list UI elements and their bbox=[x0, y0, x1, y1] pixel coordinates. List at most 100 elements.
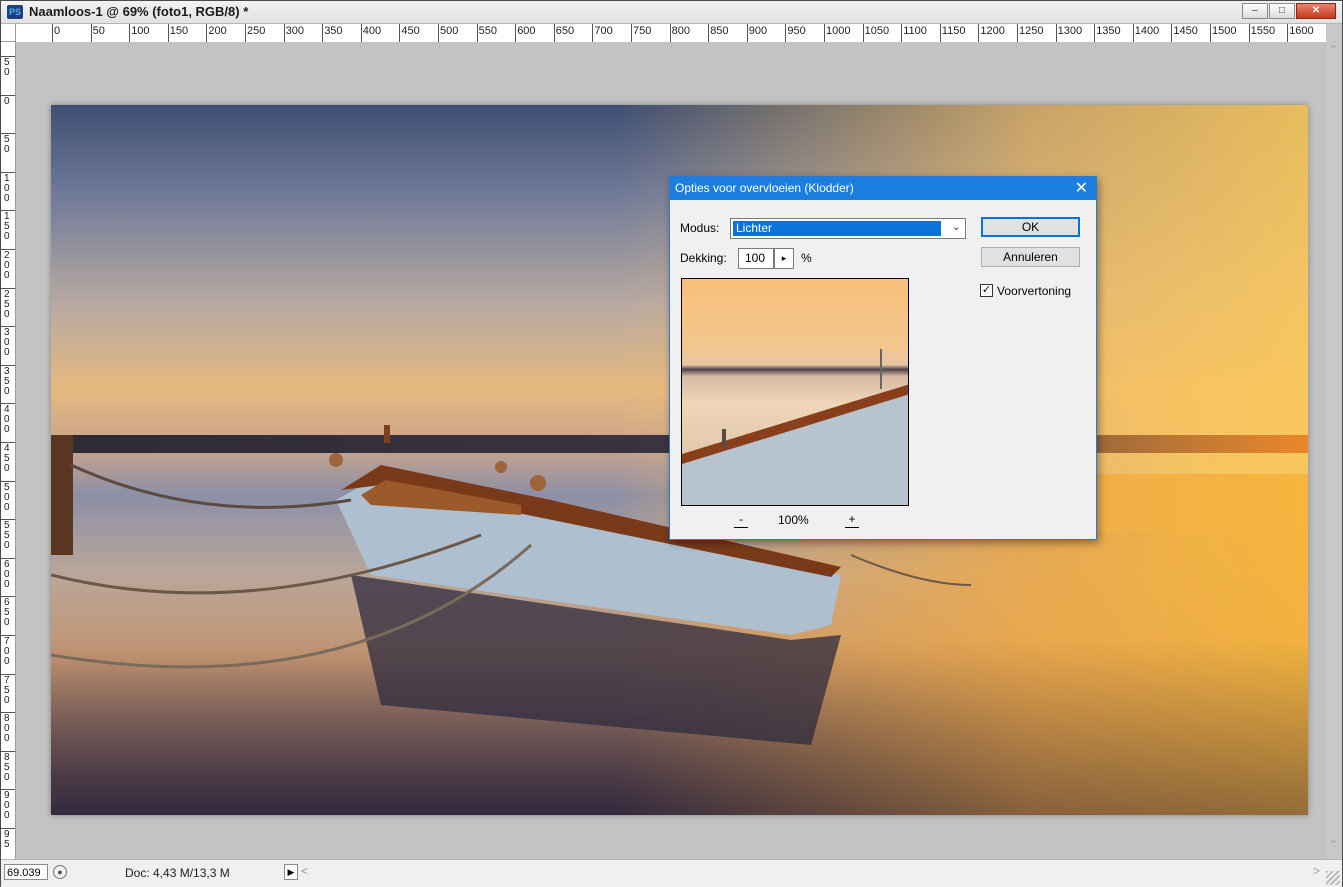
maximize-icon: □ bbox=[1279, 5, 1285, 16]
ruler-label: 1 0 0 bbox=[4, 174, 12, 204]
ruler-label: 1450 bbox=[1173, 25, 1197, 37]
ruler-tick bbox=[1056, 24, 1057, 42]
dialog-close-icon[interactable]: ✕ bbox=[1075, 178, 1088, 198]
ruler-tick bbox=[631, 24, 632, 42]
ruler-tick bbox=[361, 24, 362, 42]
ruler-label: 1200 bbox=[980, 25, 1004, 37]
ruler-label: 200 bbox=[208, 25, 226, 37]
ruler-label: 450 bbox=[401, 25, 419, 37]
ruler-label: 7 0 0 bbox=[4, 637, 12, 667]
ruler-label: 5 0 bbox=[4, 58, 12, 78]
mode-value: Lichter bbox=[733, 221, 941, 236]
ruler-tick bbox=[1133, 24, 1134, 42]
ruler-tick bbox=[52, 24, 53, 42]
ruler-tick bbox=[785, 24, 786, 42]
ruler-label: 3 0 0 bbox=[4, 328, 12, 358]
ruler-tick bbox=[1094, 24, 1095, 42]
ruler-label: 5 0 0 bbox=[4, 483, 12, 513]
ruler-tick bbox=[592, 24, 593, 42]
horizontal-ruler[interactable]: 0501001502002503003504004505005506006507… bbox=[16, 24, 1326, 43]
minimize-button[interactable]: – bbox=[1242, 3, 1268, 19]
ruler-label: 3 5 0 bbox=[4, 367, 12, 397]
ruler-tick bbox=[1171, 24, 1172, 42]
ok-button[interactable]: OK bbox=[981, 217, 1080, 237]
zoom-in-button[interactable]: + bbox=[845, 513, 859, 528]
ruler-label: 700 bbox=[594, 25, 612, 37]
cancel-button[interactable]: Annuleren bbox=[981, 247, 1080, 267]
document-window: PS Naamloos-1 @ 69% (foto1, RGB/8) * – □… bbox=[0, 0, 1343, 886]
ruler-label: 2 5 0 bbox=[4, 290, 12, 320]
ruler-label: 350 bbox=[324, 25, 342, 37]
ruler-tick bbox=[322, 24, 323, 42]
ruler-label: 1600 bbox=[1289, 25, 1313, 37]
ruler-tick bbox=[399, 24, 400, 42]
ruler-label: 650 bbox=[556, 25, 574, 37]
scroll-left-arrow[interactable]: < bbox=[301, 864, 308, 878]
preview-image[interactable] bbox=[681, 278, 909, 506]
ruler-label: 950 bbox=[787, 25, 805, 37]
ruler-tick bbox=[477, 24, 478, 42]
boat-post bbox=[384, 425, 390, 443]
ruler-origin[interactable] bbox=[1, 24, 16, 42]
zoom-out-button[interactable]: - bbox=[734, 513, 748, 528]
resize-grip[interactable] bbox=[1326, 871, 1340, 885]
ruler-tick bbox=[206, 24, 207, 42]
ruler-label: 4 0 0 bbox=[4, 405, 12, 435]
document-title: Naamloos-1 @ 69% (foto1, RGB/8) * bbox=[29, 4, 248, 19]
ruler-label: 6 0 0 bbox=[4, 560, 12, 590]
opacity-label: Dekking: bbox=[680, 251, 727, 265]
title-bar[interactable]: PS Naamloos-1 @ 69% (foto1, RGB/8) * – □… bbox=[1, 1, 1342, 24]
close-icon: ✕ bbox=[1312, 5, 1320, 16]
ruler-label: 400 bbox=[363, 25, 381, 37]
ruler-tick bbox=[863, 24, 864, 42]
mode-select[interactable]: Lichter ⌄ bbox=[730, 218, 966, 239]
status-info-icon[interactable]: ● bbox=[53, 865, 67, 879]
preview-zoom-value: 100% bbox=[778, 513, 809, 527]
ruler-label: 1050 bbox=[865, 25, 889, 37]
scroll-up-arrow[interactable]: ⌃ bbox=[1329, 43, 1338, 56]
maximize-button[interactable]: □ bbox=[1269, 3, 1295, 19]
status-bar: 69.039 ● Doc: 4,43 M/13,3 M ▶ < > bbox=[1, 859, 1342, 887]
ruler-label: 4 5 0 bbox=[4, 444, 12, 474]
zoom-level-field[interactable]: 69.039 bbox=[4, 864, 48, 880]
chevron-down-icon: ⌄ bbox=[952, 220, 961, 233]
opacity-slider-arrow-icon[interactable]: ▸ bbox=[774, 248, 794, 269]
dialog-title-bar[interactable]: Opties voor overvloeien (Klodder) ✕ bbox=[670, 177, 1096, 200]
ruler-label: 1150 bbox=[942, 25, 966, 37]
preview-label: Voorvertoning bbox=[997, 284, 1071, 298]
ruler-label: 250 bbox=[247, 25, 265, 37]
bollard-rope bbox=[530, 475, 546, 491]
ruler-tick bbox=[91, 24, 92, 42]
bollard-left bbox=[329, 453, 343, 467]
preview-boat-illustration bbox=[682, 279, 909, 506]
ruler-tick bbox=[1249, 24, 1250, 42]
dialog-title: Opties voor overvloeien (Klodder) bbox=[675, 181, 854, 195]
vertical-ruler[interactable]: 5 005 01 0 01 5 02 0 02 5 03 0 03 5 04 0… bbox=[1, 42, 16, 859]
opacity-input[interactable]: 100 bbox=[738, 248, 774, 269]
ruler-label: 50 bbox=[93, 25, 105, 37]
ruler-label: 1000 bbox=[826, 25, 850, 37]
close-button[interactable]: ✕ bbox=[1296, 3, 1336, 19]
rope-right bbox=[851, 555, 971, 585]
ruler-label: 6 5 0 bbox=[4, 598, 12, 628]
scroll-right-arrow[interactable]: > bbox=[1313, 864, 1320, 878]
ruler-tick bbox=[129, 24, 130, 42]
ruler-tick bbox=[901, 24, 902, 42]
document-size-info[interactable]: Doc: 4,43 M/13,3 M bbox=[125, 866, 230, 880]
ruler-tick bbox=[438, 24, 439, 42]
ruler-label: 1550 bbox=[1251, 25, 1275, 37]
ruler-label: 8 0 0 bbox=[4, 714, 12, 744]
photoshop-icon: PS bbox=[7, 5, 23, 19]
ruler-tick bbox=[284, 24, 285, 42]
scroll-down-arrow[interactable]: ⌄ bbox=[1329, 833, 1338, 846]
ruler-label: 800 bbox=[672, 25, 690, 37]
ruler-label: 7 5 0 bbox=[4, 676, 12, 706]
ruler-tick bbox=[515, 24, 516, 42]
preview-checkbox[interactable]: ✓ bbox=[980, 284, 993, 297]
ruler-label: 100 bbox=[131, 25, 149, 37]
ruler-label: 550 bbox=[479, 25, 497, 37]
ruler-label: 500 bbox=[440, 25, 458, 37]
ruler-label: 8 5 0 bbox=[4, 753, 12, 783]
status-menu-arrow-icon[interactable]: ▶ bbox=[284, 864, 298, 880]
ruler-tick bbox=[940, 24, 941, 42]
